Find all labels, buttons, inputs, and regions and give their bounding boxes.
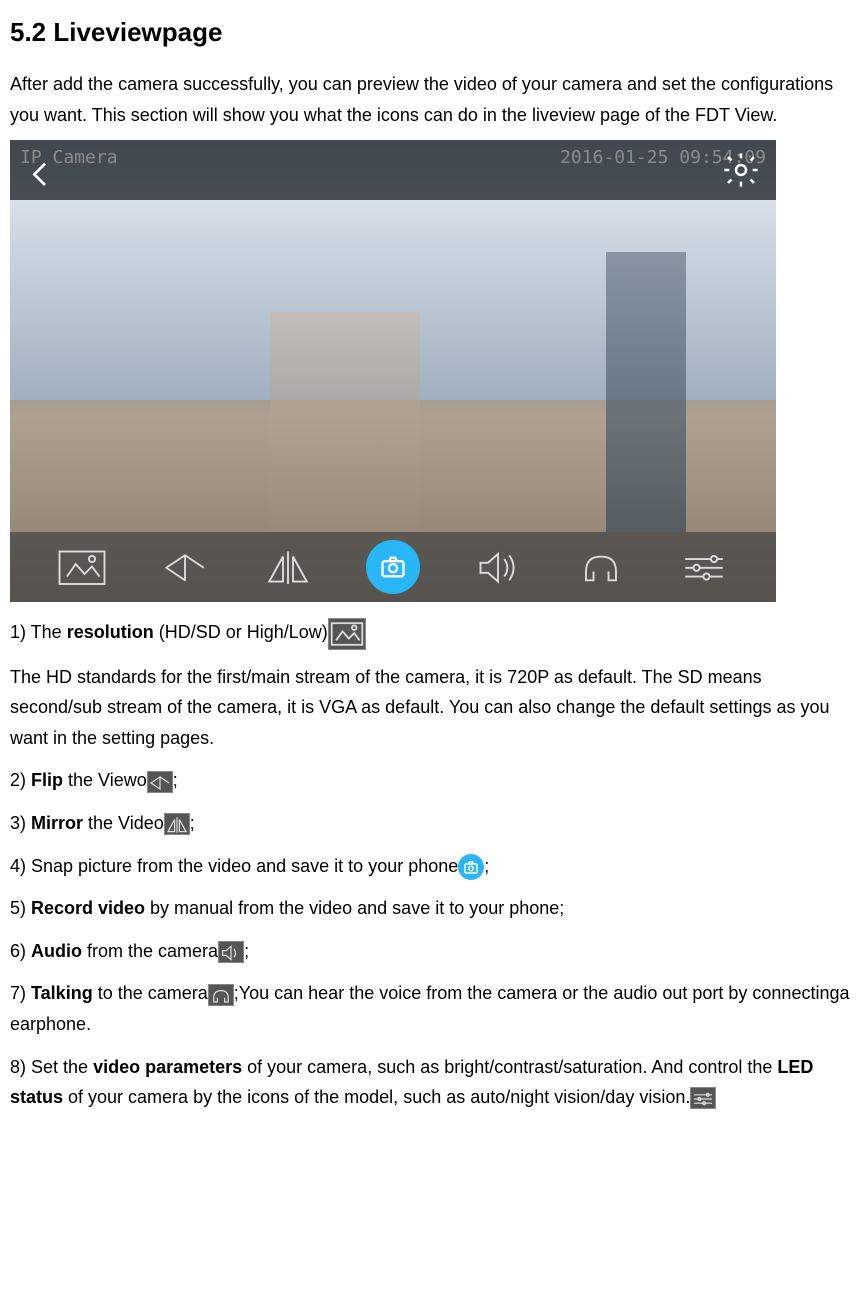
text: 5) (10, 898, 31, 918)
audio-icon (218, 941, 244, 963)
text: (HD/SD or High/Low) (154, 622, 328, 642)
mirror-icon[interactable] (263, 542, 313, 592)
text: 1) The (10, 622, 67, 642)
liveview-screenshot: IP Camera 2016-01-25 09:54:09 (10, 140, 776, 602)
text-bold: Flip (31, 770, 63, 790)
talk-icon[interactable] (576, 542, 626, 592)
text: 8) Set the (10, 1057, 93, 1077)
audio-icon[interactable] (473, 542, 523, 592)
flip-icon[interactable] (160, 542, 210, 592)
snap-icon (458, 854, 484, 880)
building-shape-2 (606, 252, 686, 532)
gear-icon[interactable] (721, 147, 761, 208)
text-bold: Talking (31, 983, 93, 1003)
settings-sliders-icon (690, 1087, 716, 1109)
item-5: 5) Record video by manual from the video… (10, 893, 855, 924)
text: ; (190, 813, 195, 833)
text: from the camera (82, 941, 218, 961)
item-3: 3) Mirror the Video; (10, 808, 855, 839)
intro-paragraph: After add the camera successfully, you c… (10, 69, 855, 130)
text-bold: resolution (67, 622, 154, 642)
top-bar (10, 140, 776, 200)
text-bold: Record video (31, 898, 145, 918)
resolution-icon (328, 618, 366, 650)
item-1: 1) The resolution (HD/SD or High/Low) (10, 617, 855, 649)
settings-sliders-icon[interactable] (679, 542, 729, 592)
text: 3) (10, 813, 31, 833)
text-bold: video parameters (93, 1057, 242, 1077)
item-4: 4) Snap picture from the video and save … (10, 851, 855, 882)
item-6: 6) Audio from the camera; (10, 936, 855, 967)
bottom-toolbar (10, 532, 776, 602)
text: of your camera by the icons of the model… (63, 1087, 690, 1107)
talk-icon (208, 984, 234, 1006)
text: the Video (83, 813, 164, 833)
item-8: 8) Set the video parameters of your came… (10, 1052, 855, 1113)
item-7: 7) Talking to the camera;You can hear th… (10, 978, 855, 1039)
text-bold: Mirror (31, 813, 83, 833)
text: 2) (10, 770, 31, 790)
mirror-icon (164, 813, 190, 835)
text: ; (484, 856, 489, 876)
text: of your camera, such as bright/contrast/… (242, 1057, 777, 1077)
back-icon[interactable] (25, 151, 57, 205)
item-1-desc: The HD standards for the first/main stre… (10, 662, 855, 754)
text: to the camera (93, 983, 208, 1003)
item-2: 2) Flip the Viewo; (10, 765, 855, 796)
text: 6) (10, 941, 31, 961)
text: the Viewo (63, 770, 147, 790)
text: 4) Snap picture from the video and save … (10, 856, 458, 876)
text-bold: Audio (31, 941, 82, 961)
text: by manual from the video and save it to … (145, 898, 564, 918)
text: 7) (10, 983, 31, 1003)
section-heading: 5.2 Liveviewpage (10, 10, 855, 54)
snap-button[interactable] (366, 540, 420, 594)
building-shape (270, 312, 420, 532)
flip-icon (147, 771, 173, 793)
text: ; (173, 770, 178, 790)
resolution-icon[interactable] (57, 542, 107, 592)
text: ; (244, 941, 249, 961)
